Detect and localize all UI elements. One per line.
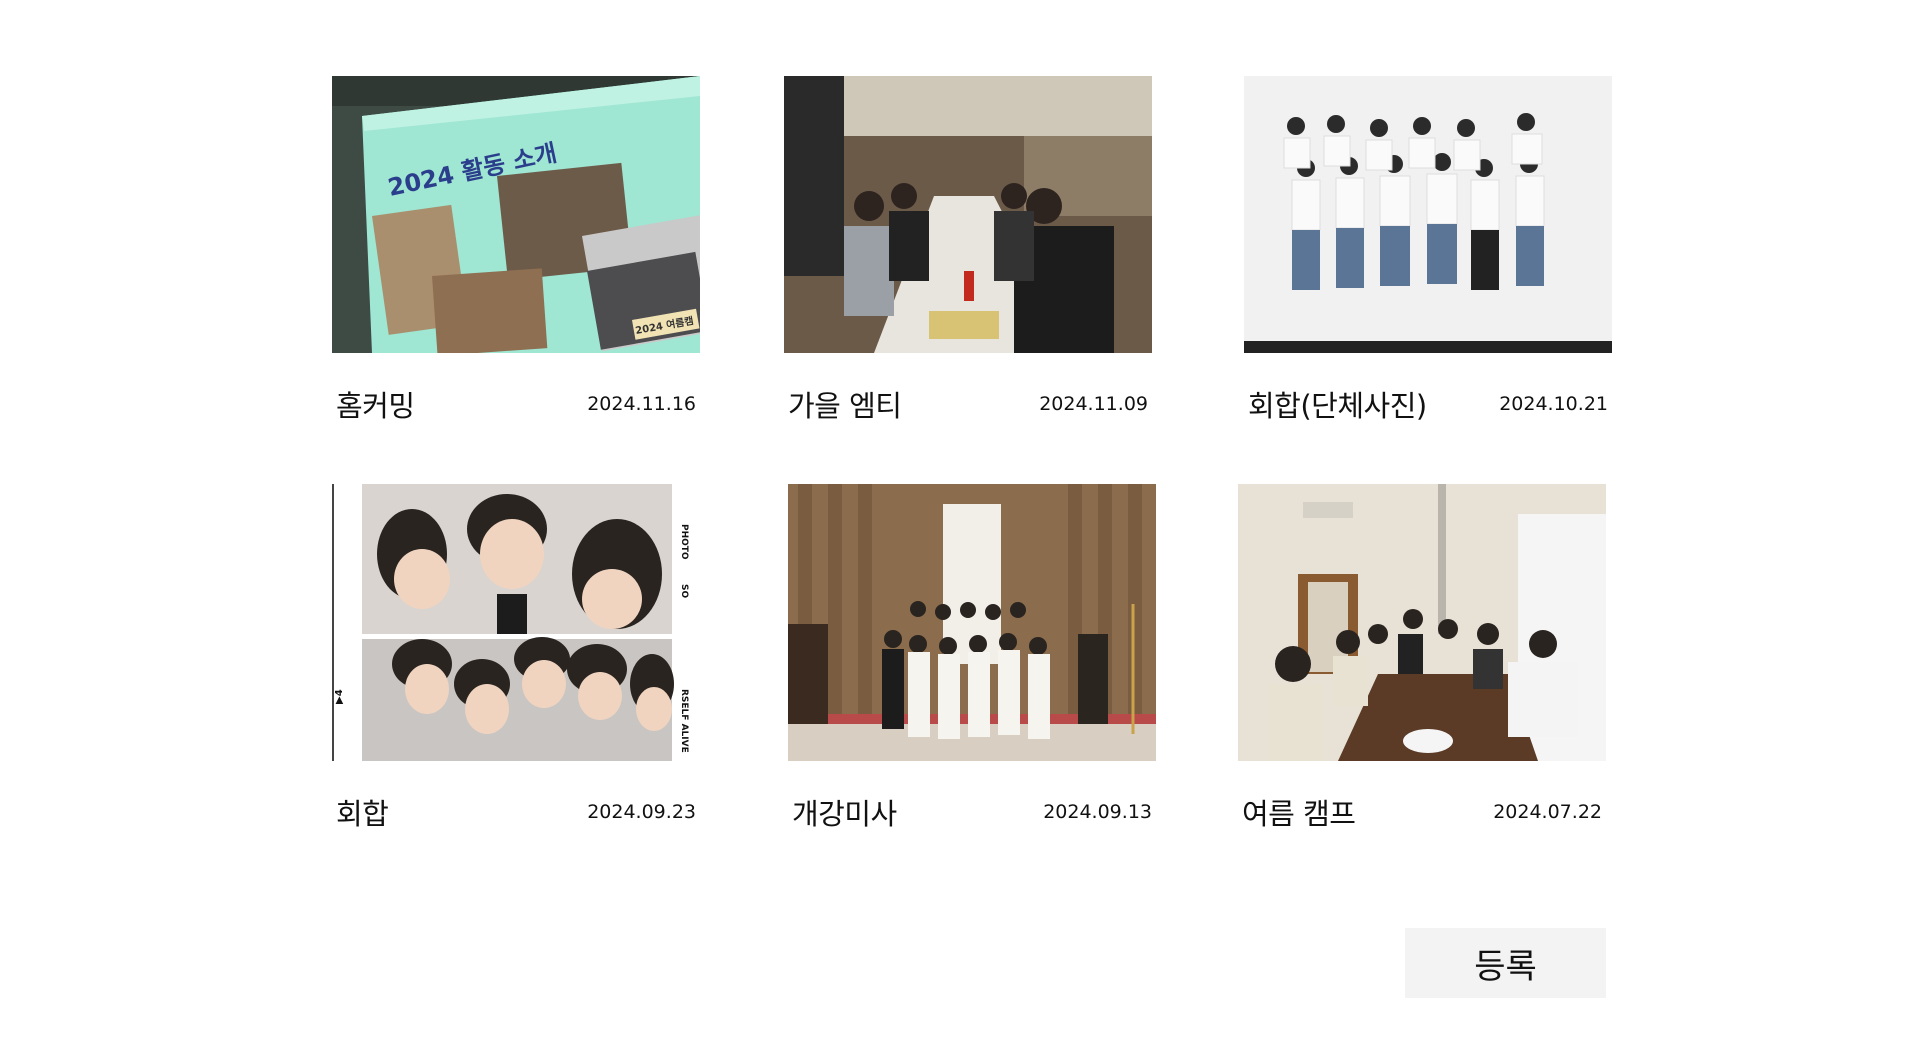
gallery-card[interactable]: 개강미사 2024.09.13 [788,484,1156,833]
gallery-card[interactable]: 가을 엠티 2024.11.09 [784,76,1152,425]
card-date: 2024.07.22 [1493,801,1602,823]
register-button[interactable]: 등록 [1405,928,1606,998]
card-meta: 회합(단체사진) 2024.10.21 [1244,383,1612,425]
gallery-card[interactable]: 여름 캠프 2024.07.22 [1238,484,1606,833]
group-studio-image [1244,76,1612,353]
strip-arrow-label: ▶4 [334,689,345,704]
card-title[interactable]: 여름 캠프 [1242,791,1356,833]
gallery-card[interactable]: 2024 활동 소개 2024 여름캠 홈커밍 2024.11.16 [332,76,700,425]
presentation-screen-image: 2024 활동 소개 2024 여름캠 [332,76,700,353]
church-group-image [788,484,1156,761]
card-date: 2024.11.16 [587,393,696,415]
group-dinner-image [784,76,1152,353]
card-meta: 홈커밍 2024.11.16 [332,383,700,425]
gallery-photo-summer-camp[interactable] [1238,484,1606,761]
card-title[interactable]: 홈커밍 [336,383,415,425]
gallery-card[interactable]: PHOTO SO RSELF ALIVE ▶4 회합 2024.09.23 [332,484,700,833]
gallery-photo-opening-mass[interactable] [788,484,1156,761]
gallery-photo-meeting[interactable]: PHOTO SO RSELF ALIVE ▶4 [332,484,700,761]
card-meta: 개강미사 2024.09.13 [788,791,1156,833]
card-title[interactable]: 회합(단체사진) [1248,383,1427,425]
card-title[interactable]: 개강미사 [792,791,897,833]
gallery-photo-autumn-mt[interactable] [784,76,1152,353]
card-meta: 가을 엠티 2024.11.09 [784,383,1152,425]
gallery-page: 2024 활동 소개 2024 여름캠 홈커밍 2024.11.16 가을 엠티… [0,0,1920,1051]
card-date: 2024.10.21 [1499,393,1608,415]
camp-dinner-image [1238,484,1606,761]
card-title[interactable]: 가을 엠티 [788,383,902,425]
gallery-photo-homecoming[interactable]: 2024 활동 소개 2024 여름캠 [332,76,700,353]
strip-photo-label: PHOTO [679,524,689,560]
strip-so-label: SO [679,584,689,598]
photo-booth-image: PHOTO SO RSELF ALIVE ▶4 [332,484,700,761]
card-date: 2024.11.09 [1039,393,1148,415]
card-title[interactable]: 회합 [336,791,389,833]
card-date: 2024.09.13 [1043,801,1152,823]
gallery-card[interactable]: 회합(단체사진) 2024.10.21 [1244,76,1612,425]
gallery-photo-group-meeting[interactable] [1244,76,1612,353]
card-date: 2024.09.23 [587,801,696,823]
card-meta: 여름 캠프 2024.07.22 [1238,791,1606,833]
card-meta: 회합 2024.09.23 [332,791,700,833]
strip-alive-label: RSELF ALIVE [679,689,689,753]
